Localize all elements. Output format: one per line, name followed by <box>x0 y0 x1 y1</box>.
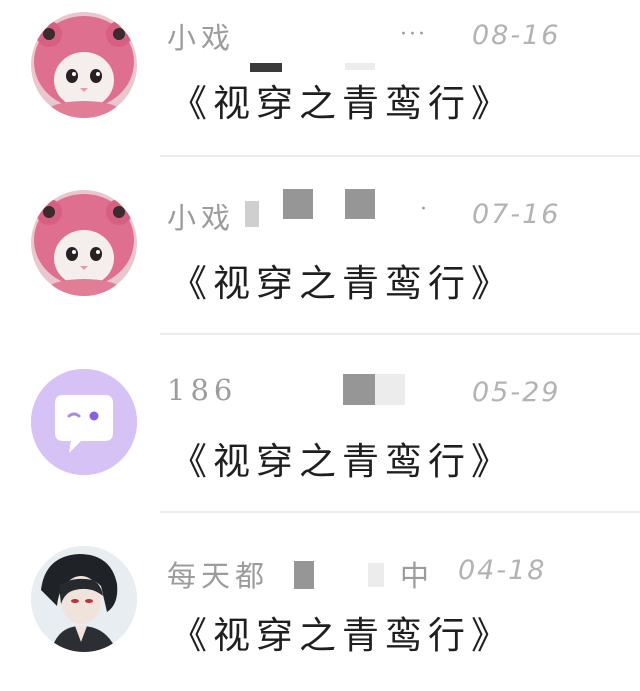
conversation-row[interactable]: 每天都 中 04-18 《视穿之青鸾行》 <box>0 513 640 691</box>
message-date: 05-29 <box>472 377 561 408</box>
redaction-mosaic <box>343 374 375 405</box>
message-preview: 《视穿之青鸾行》 <box>170 262 514 305</box>
contact-name-suffix: 中 <box>400 559 435 593</box>
redaction-mosaic <box>250 63 282 72</box>
message-date: 04-18 <box>458 555 547 586</box>
redaction-mosaic <box>245 201 259 227</box>
message-preview: 《视穿之青鸾行》 <box>170 440 514 483</box>
conversation-row[interactable]: 186 05-29 《视穿之青鸾行》 <box>0 335 640 513</box>
more-indicator: ··· <box>400 22 427 47</box>
redaction-mosaic <box>368 563 384 587</box>
redaction-mosaic <box>294 561 314 589</box>
message-preview: 《视穿之青鸾行》 <box>170 82 514 125</box>
redaction-mosaic <box>375 374 405 405</box>
pink-hat-cat-avatar[interactable] <box>31 190 137 296</box>
contact-name: 每天都 <box>167 559 270 593</box>
redaction-mosaic <box>345 63 375 70</box>
message-date: 07-16 <box>472 199 561 230</box>
message-preview: 《视穿之青鸾行》 <box>170 614 514 657</box>
purple-chat-bubble-avatar[interactable] <box>31 369 137 475</box>
contact-name: 186 <box>167 373 238 407</box>
pink-hat-cat-avatar[interactable] <box>31 12 137 118</box>
contact-name: 小戏 <box>167 21 236 55</box>
conversation-row[interactable]: 小戏 · 07-16 《视穿之青鸾行》 <box>0 157 640 335</box>
redaction-mosaic <box>345 189 375 219</box>
anime-boy-avatar[interactable] <box>31 546 137 652</box>
conversation-list: 小戏 ··· 08-16 《视穿之青鸾行》 小戏 · 07-16 《视穿之青鸾行… <box>0 0 640 691</box>
more-indicator: · <box>420 197 429 222</box>
redaction-mosaic <box>283 189 313 219</box>
contact-name: 小戏 <box>167 201 236 235</box>
conversation-row[interactable]: 小戏 ··· 08-16 《视穿之青鸾行》 <box>0 0 640 178</box>
message-date: 08-16 <box>472 20 561 51</box>
